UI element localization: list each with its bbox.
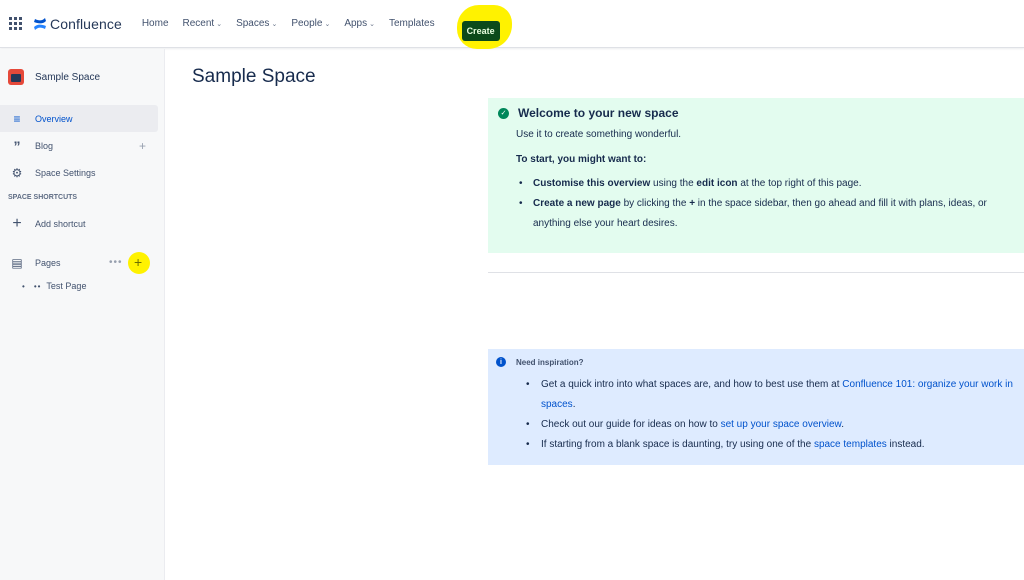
bold-text: edit icon [696,178,738,189]
welcome-heading-text: Welcome to your new space [518,106,679,120]
drag-handle-icon[interactable]: •• [34,282,42,291]
top-navigation: Confluence Home Recent ⌄ Spaces ⌄ People ⌄ … [0,0,1024,49]
confluence-logo[interactable]: Confluence [33,16,122,32]
list-item: Customise this overview using the edit i… [516,174,1014,194]
divider [488,272,1024,273]
text: at the top right of this page. [737,178,862,189]
welcome-start-text: To start, you might want to: [516,154,647,165]
quote-icon: ” [13,137,21,154]
space-name: Sample Space [35,71,101,83]
inspiration-heading-text: Need inspiration? [516,357,584,367]
list-item: Create a new page by clicking the + in t… [516,194,1014,234]
add-shortcut-button[interactable]: + Add shortcut [0,210,158,237]
nav-people-label: People [291,18,323,29]
inspiration-panel: i Need inspiration? Get a quick intro in… [488,349,1024,465]
nav-apps[interactable]: Apps ⌄ [344,18,375,29]
bold-text: Create a new page [533,198,621,209]
page-tree-item[interactable]: • •• Test Page [0,276,164,296]
nav-recent-label: Recent [182,18,215,29]
page-tree-label: Test Page [46,281,87,291]
add-shortcut-label: Add shortcut [35,218,86,229]
nav-menu: Home Recent ⌄ Spaces ⌄ People ⌄ Apps ⌄ Templ… [142,18,449,29]
chevron-down-icon: ⌄ [324,20,331,28]
add-blog-post-icon[interactable]: + [139,139,146,153]
app-switcher-icon[interactable] [9,16,23,31]
chevron-down-icon: ⌄ [271,20,278,28]
brand-name: Confluence [50,15,122,32]
chevron-down-icon: ⌄ [216,20,223,28]
bullet-icon: • [22,281,25,291]
gear-icon: ⚙ [11,165,23,180]
welcome-list: Customise this overview using the edit i… [516,174,1014,234]
create-button[interactable]: Create [461,20,500,41]
list-item: Check out our guide for ideas on how to … [516,415,1016,435]
space-overview-guide-link[interactable]: set up your space overview [721,419,842,430]
overview-icon: ≡ [13,111,21,126]
list-item: If starting from a blank space is daunti… [516,435,1016,455]
space-header[interactable]: Sample Space [0,49,164,105]
nav-templates-label: Templates [389,18,435,29]
plus-icon: + [12,214,22,232]
text: . [572,399,576,410]
sidebar-item-overview[interactable]: ≡ Overview [0,105,158,132]
space-shortcuts-heading: SPACE SHORTCUTS [8,194,78,201]
info-icon: i [496,357,506,367]
text: instead. [886,439,925,450]
welcome-panel: ✓ Welcome to your new space Use it to cr… [488,98,1024,253]
sidebar-item-label: Space Settings [35,167,96,178]
page-icon: ▤ [11,255,23,270]
bold-text: Customise this overview [533,178,651,189]
text: by clicking the [620,198,690,209]
text: Check out our guide for ideas on how to [541,419,721,430]
welcome-subtext: Use it to create something wonderful. [516,129,682,140]
nav-home[interactable]: Home [142,18,169,29]
inspiration-heading: i Need inspiration? [496,357,1016,367]
add-page-icon[interactable]: + [134,254,142,270]
confluence-logo-icon [34,17,46,30]
sidebar-item-blog[interactable]: ” Blog + [0,132,158,159]
inspiration-list: Get a quick intro into what spaces are, … [516,375,1016,455]
text: If starting from a blank space is daunti… [541,439,814,450]
space-sidebar: Sample Space ≡ Overview ” Blog + ⚙ Space… [0,49,165,580]
text: . [841,419,844,430]
nav-home-label: Home [141,18,169,29]
nav-templates[interactable]: Templates [389,18,435,29]
nav-apps-label: Apps [344,18,368,29]
chevron-down-icon: ⌄ [369,20,375,28]
nav-spaces-label: Spaces [236,18,270,29]
sidebar-item-label: Blog [35,140,54,151]
list-item: Get a quick intro into what spaces are, … [516,375,1016,415]
nav-spaces[interactable]: Spaces ⌄ [236,18,277,29]
sidebar-item-label: Overview [35,113,73,124]
text: using the [650,178,697,189]
sidebar-item-space-settings[interactable]: ⚙ Space Settings [0,159,158,186]
check-circle-icon: ✓ [498,107,509,119]
text: Get a quick intro into what spaces are, … [541,379,843,390]
space-avatar-icon [8,69,24,85]
page-title: Sample Space [192,66,316,87]
nav-people[interactable]: People ⌄ [291,18,330,29]
nav-recent[interactable]: Recent ⌄ [183,18,223,29]
pages-label: Pages [35,257,61,268]
space-templates-link[interactable]: space templates [814,439,887,450]
more-actions-icon[interactable]: ••• [109,257,123,268]
create-area: Create [456,4,512,49]
sidebar-item-pages[interactable]: ▤ Pages ••• + [0,249,164,276]
welcome-heading: ✓ Welcome to your new space [498,106,1014,120]
